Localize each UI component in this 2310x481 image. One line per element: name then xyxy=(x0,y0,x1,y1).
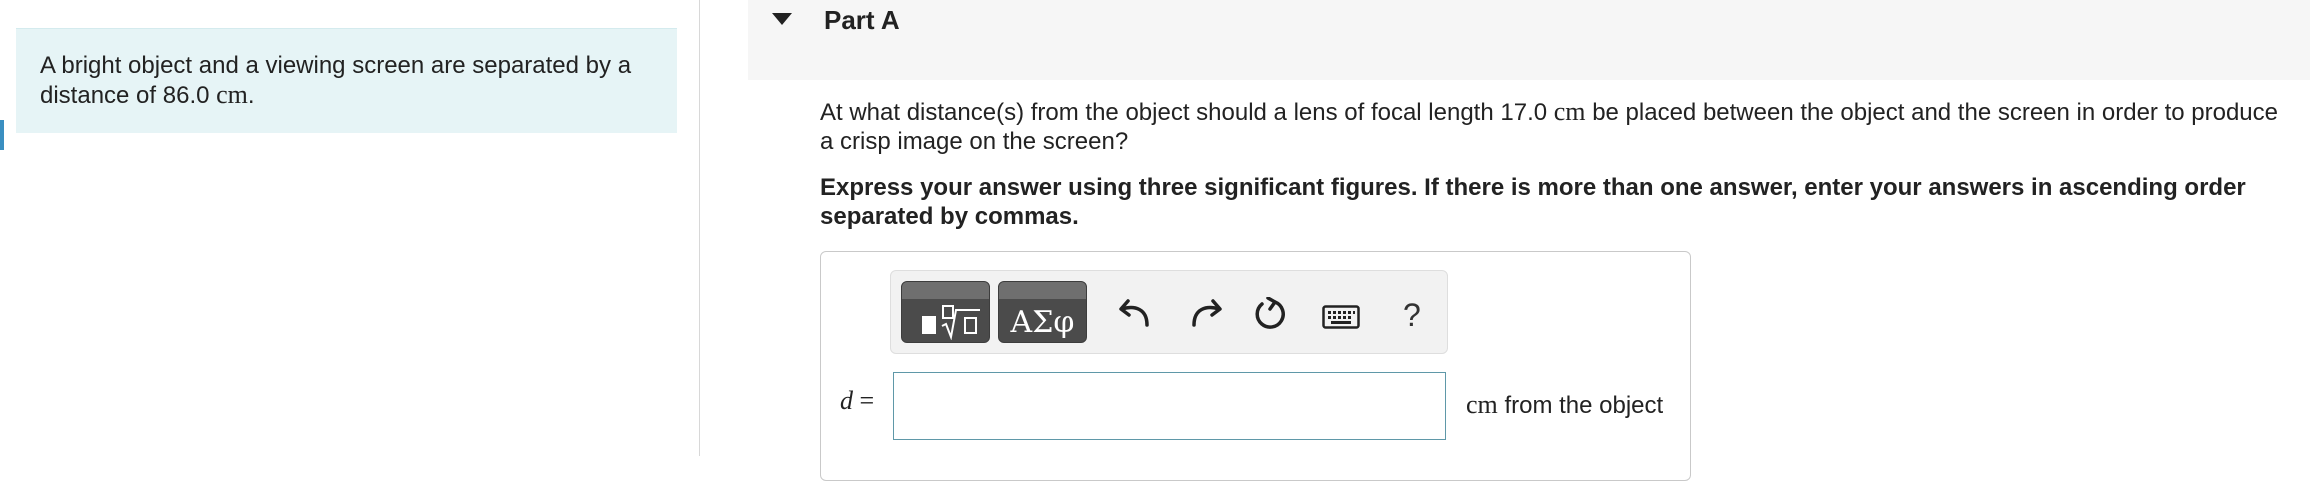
panel-divider xyxy=(699,0,700,456)
greek-symbols-label: ΑΣφ xyxy=(1010,305,1075,340)
question-text-before: At what distance(s) from the object shou… xyxy=(820,99,1548,126)
answer-equals: = xyxy=(859,386,875,415)
math-templates-button[interactable] xyxy=(901,281,990,343)
math-templates-icon xyxy=(941,305,980,340)
greek-symbols-button[interactable]: ΑΣφ xyxy=(998,281,1087,343)
intro-unit: cm xyxy=(216,80,248,109)
problem-intro: A bright object and a viewing screen are… xyxy=(16,28,677,133)
left-accent-bar xyxy=(0,120,4,150)
answer-variable-label: d = xyxy=(840,386,874,416)
undo-icon[interactable] xyxy=(1119,295,1153,329)
redo-icon[interactable] xyxy=(1188,295,1222,329)
answer-variable: d xyxy=(840,386,853,415)
question-text: At what distance(s) from the object shou… xyxy=(820,97,2290,156)
caret-down-icon[interactable] xyxy=(772,13,792,25)
answer-suffix: from the object xyxy=(1504,392,1664,419)
answer-instruction: Express your answer using three signific… xyxy=(820,174,2246,230)
question-unit: cm xyxy=(1553,97,1586,126)
answer-input[interactable] xyxy=(893,372,1446,440)
keyboard-icon[interactable] xyxy=(1322,305,1360,329)
math-toolbar: ΑΣφ ? xyxy=(890,270,1448,354)
help-button[interactable]: ? xyxy=(1403,297,1421,334)
reset-icon[interactable] xyxy=(1253,297,1287,331)
left-panel: A bright object and a viewing screen are… xyxy=(0,0,700,456)
intro-text: A bright object and a viewing screen are… xyxy=(40,52,632,109)
answer-unit-suffix: cm from the object xyxy=(1466,390,1663,420)
part-header[interactable] xyxy=(748,0,2310,80)
answer-unit: cm xyxy=(1466,390,1498,419)
part-title[interactable]: Part A xyxy=(824,5,900,36)
intro-trailing: . xyxy=(247,82,255,109)
placeholder-square-icon xyxy=(922,316,936,334)
